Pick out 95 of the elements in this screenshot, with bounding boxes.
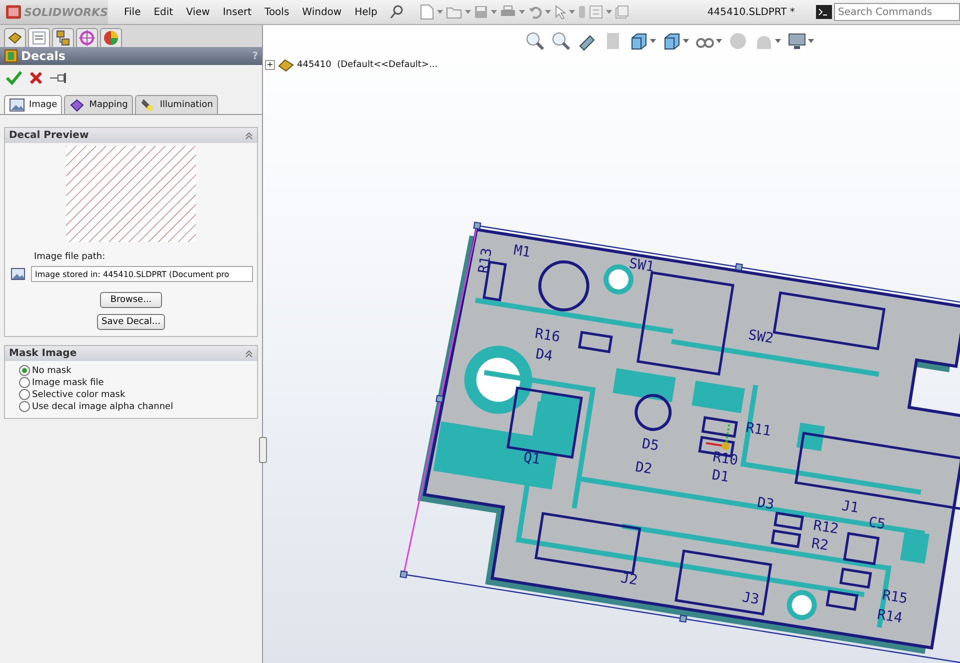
view-orientation-icon[interactable] bbox=[629, 31, 649, 51]
caret-icon[interactable] bbox=[519, 10, 526, 14]
menu-item[interactable]: File bbox=[124, 6, 141, 18]
radio-button[interactable] bbox=[19, 401, 30, 412]
radio-option[interactable]: No mask bbox=[19, 365, 257, 376]
radio-button[interactable] bbox=[19, 377, 30, 388]
panel-tab-icon bbox=[79, 30, 95, 46]
caret-icon[interactable] bbox=[491, 10, 498, 14]
panel-tab[interactable] bbox=[76, 28, 98, 47]
radio-option[interactable]: Selective color mask bbox=[19, 389, 257, 400]
cursor-icon[interactable] bbox=[554, 5, 566, 19]
caret-icon[interactable] bbox=[716, 39, 722, 43]
picture-icon bbox=[11, 268, 25, 280]
menu-item[interactable]: Insert bbox=[222, 6, 252, 18]
panel-tab-icon bbox=[7, 30, 23, 46]
component-label: C5 bbox=[867, 514, 886, 533]
terminal-icon bbox=[816, 5, 832, 19]
panel-title: Decals bbox=[21, 49, 66, 63]
lamp-icon bbox=[140, 98, 156, 112]
caret-icon[interactable] bbox=[437, 10, 444, 14]
component-label: SW2 bbox=[747, 327, 775, 348]
printer-icon[interactable] bbox=[500, 5, 516, 19]
panel-tab[interactable] bbox=[52, 28, 74, 47]
component-label: J3 bbox=[741, 590, 760, 608]
radio-option[interactable]: Image mask file bbox=[19, 377, 257, 388]
group-title: Decal Preview bbox=[9, 130, 89, 141]
document-title: 445410.SLDPRT * bbox=[707, 6, 796, 18]
dialog-button[interactable]: Save Decal... bbox=[96, 314, 166, 330]
pushpin-icon[interactable] bbox=[50, 72, 68, 84]
radio-button[interactable] bbox=[19, 365, 30, 376]
panel-tab-icon bbox=[103, 30, 119, 46]
component-label: R11 bbox=[744, 420, 772, 440]
tree-item[interactable]: 445410 (Default<<Default>... bbox=[297, 60, 438, 70]
resize-handle[interactable] bbox=[259, 437, 267, 463]
component-label: SW1 bbox=[628, 256, 656, 276]
menu-item[interactable]: View bbox=[186, 6, 210, 18]
component-label: M1 bbox=[512, 242, 532, 261]
panel-tab-icon bbox=[31, 30, 47, 46]
caret-icon[interactable] bbox=[808, 39, 814, 43]
component-label: D5 bbox=[640, 436, 660, 454]
caret-icon[interactable] bbox=[569, 10, 576, 14]
field-label: Image file path: bbox=[34, 252, 106, 262]
triad-icon[interactable] bbox=[706, 423, 730, 450]
panel-tab[interactable] bbox=[4, 28, 26, 47]
tab[interactable]: Illumination bbox=[134, 95, 218, 114]
logo-icon bbox=[6, 4, 22, 20]
menu-item[interactable]: Tools bbox=[264, 6, 290, 18]
close-icon[interactable] bbox=[30, 72, 42, 84]
component-label: R12 bbox=[812, 518, 840, 538]
display-style-icon[interactable] bbox=[662, 31, 682, 51]
checkmark-icon[interactable] bbox=[6, 71, 22, 85]
menu-item[interactable]: Edit bbox=[154, 6, 174, 18]
menu-item[interactable]: Help bbox=[354, 6, 378, 18]
zoom-fit-icon[interactable] bbox=[525, 31, 545, 51]
component-label: D4 bbox=[534, 346, 554, 365]
component-label: R14 bbox=[876, 606, 904, 627]
panel-tab[interactable] bbox=[28, 28, 50, 47]
radio-option[interactable]: Use decal image alpha channel bbox=[19, 401, 257, 412]
picture-icon bbox=[9, 98, 25, 112]
menu-item[interactable]: Window bbox=[302, 6, 342, 18]
collapse-icon[interactable] bbox=[245, 132, 253, 140]
caret-icon[interactable] bbox=[545, 10, 552, 14]
monitor-icon[interactable] bbox=[787, 31, 807, 51]
caret-icon[interactable] bbox=[650, 39, 656, 43]
part-icon bbox=[278, 58, 294, 72]
caret-icon[interactable] bbox=[683, 39, 689, 43]
component-label: R15 bbox=[881, 587, 909, 608]
file-path-field[interactable]: Image stored in: 445410.SLDPRT (Document pro bbox=[31, 266, 253, 282]
decal-icon bbox=[4, 49, 18, 63]
zoom-area-icon[interactable] bbox=[551, 31, 571, 51]
component-label: R2 bbox=[810, 536, 830, 554]
expand-toggle[interactable]: + bbox=[265, 60, 275, 70]
undo-icon[interactable] bbox=[528, 5, 542, 19]
search-field[interactable]: Search Commands bbox=[834, 3, 960, 21]
component-label: J1 bbox=[840, 498, 860, 516]
tab[interactable]: Image bbox=[4, 95, 62, 114]
new-document-icon[interactable] bbox=[420, 4, 434, 20]
group-title: Mask Image bbox=[9, 348, 77, 359]
dialog-button[interactable]: Browse... bbox=[100, 292, 162, 308]
caret-icon[interactable] bbox=[775, 39, 781, 43]
component-label: Q1 bbox=[522, 450, 542, 468]
component-label: D3 bbox=[756, 494, 776, 514]
component-label: R16 bbox=[534, 326, 562, 346]
caret-icon[interactable] bbox=[606, 10, 612, 14]
component-label: D2 bbox=[634, 459, 654, 478]
component-label: D1 bbox=[710, 467, 730, 486]
tab[interactable]: Mapping bbox=[64, 95, 133, 114]
component-label: J2 bbox=[620, 570, 639, 589]
folder-icon[interactable] bbox=[446, 5, 462, 19]
caret-icon[interactable] bbox=[465, 10, 472, 14]
radio-button[interactable] bbox=[19, 389, 30, 400]
app-logo: SOLIDWORKS bbox=[24, 6, 108, 18]
panel-tab[interactable] bbox=[100, 28, 122, 47]
collapse-icon[interactable] bbox=[245, 350, 253, 358]
panel-tab-icon bbox=[55, 30, 71, 46]
